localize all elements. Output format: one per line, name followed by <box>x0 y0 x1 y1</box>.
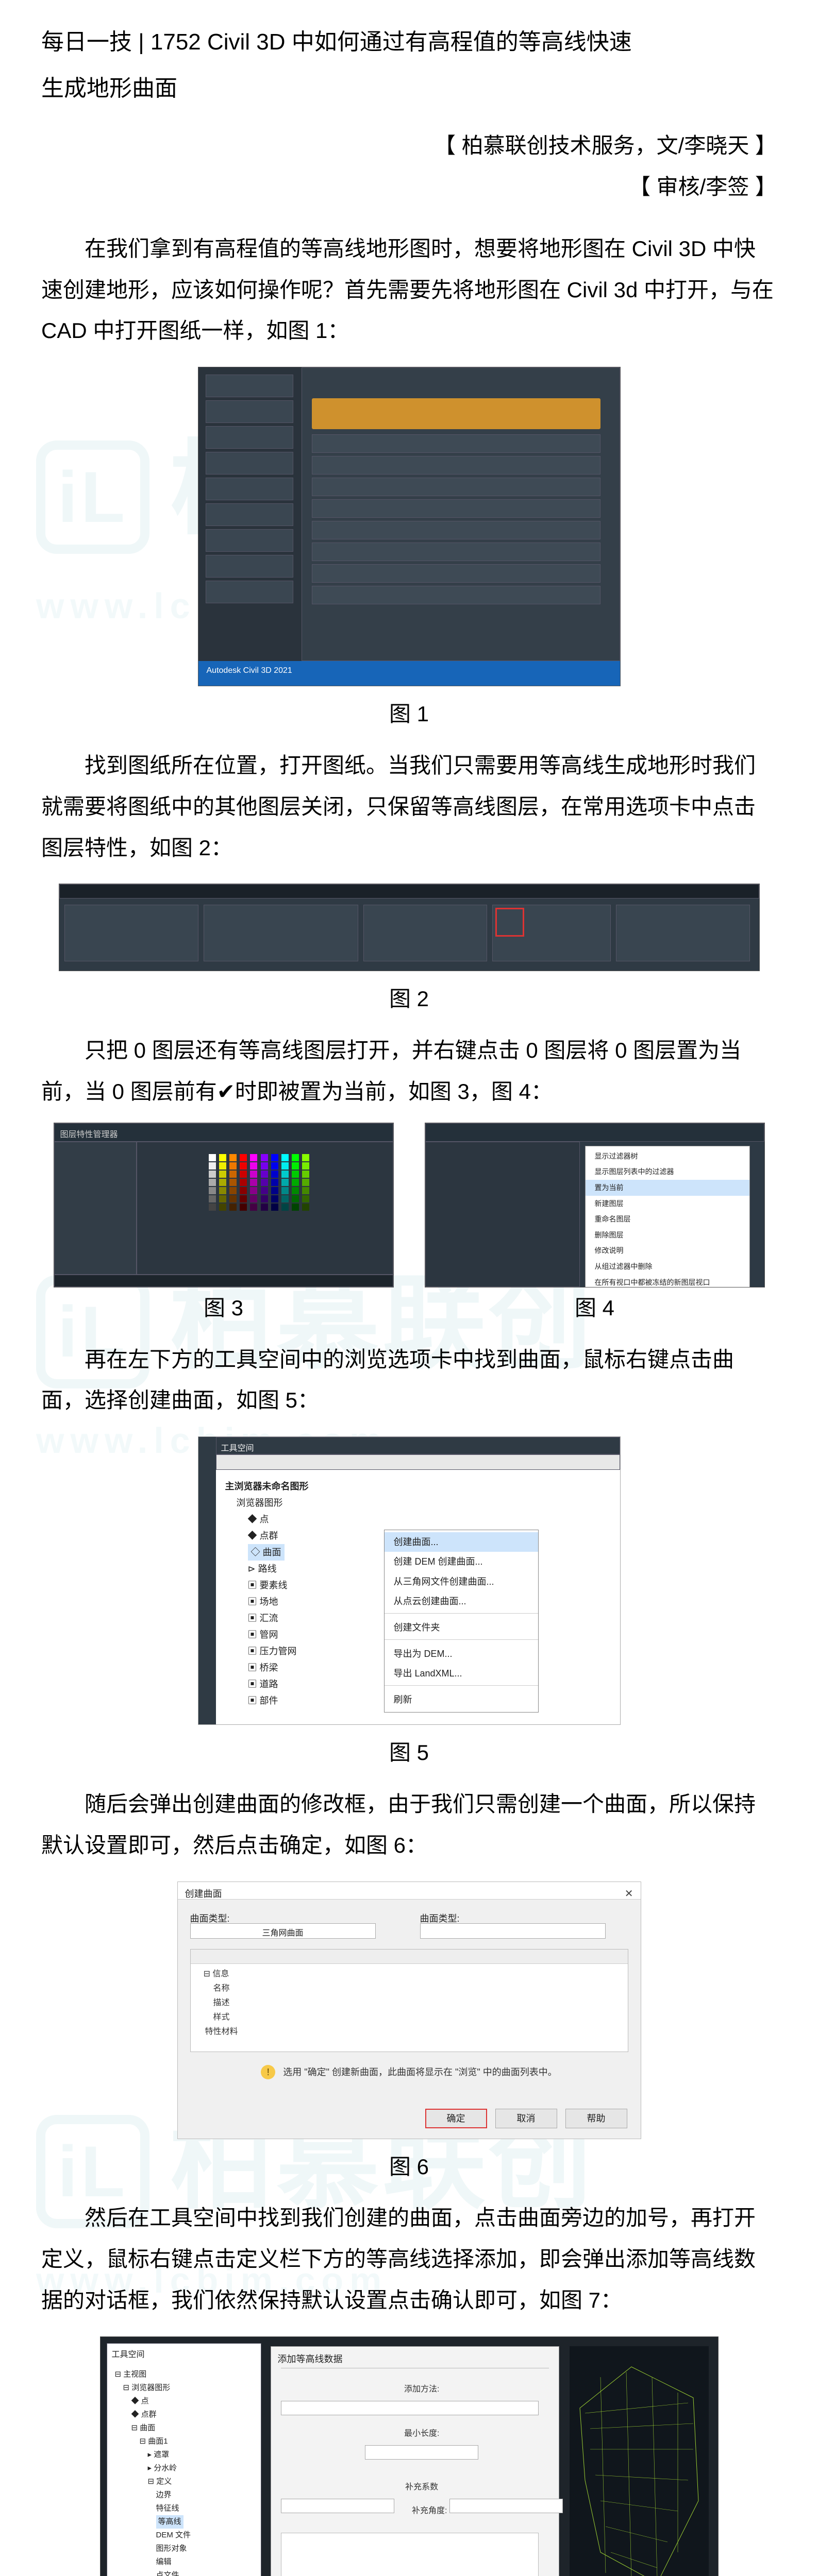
figure-6: 创建曲面 ✕ 曲面类型: 三角网曲面 曲面类型: ⊟ 信息 名称 描述 样式 特… <box>41 1882 777 2139</box>
figure-7: 工具空间 ⊟ 主视图 ⊟ 浏览器图形 ◆ 点 ◆ 点群 ⊟ 曲面 ⊟ 曲面1 ▸… <box>41 2336 777 2576</box>
article-title-line2: 生成地形曲面 <box>41 67 777 110</box>
caption-1: 图 1 <box>41 693 777 735</box>
figure-1: Autodesk Civil 3D 2021 <box>41 367 777 686</box>
paragraph-3: 只把 0 图层还有等高线图层打开，并右键点击 0 图层将 0 图层置为当前，当 … <box>41 1030 777 1112</box>
paragraph-5: 随后会弹出创建曲面的修改框，由于我们只需创建一个曲面，所以保持默认设置即可，然后… <box>41 1784 777 1866</box>
cancel-button[interactable]: 取消 <box>495 2109 557 2128</box>
help-button[interactable]: 帮助 <box>565 2109 627 2128</box>
figure-5: 工具空间 主浏览器未命名图形 浏览器图形 ◆ 点 ◆ 点群 ◇ 曲面 ⊳ 路线 … <box>41 1436 777 1725</box>
byline-author: 【 柏慕联创技术服务，文/李晓天 】 <box>41 125 777 166</box>
byline-reviewer: 【 审核/李签 】 <box>41 166 777 208</box>
figure-3-4-row: 图层特性管理器 显示过滤器树 显示图层列表中的过滤器 置为当前 <box>41 1123 777 1287</box>
caption-4: 图 4 <box>425 1287 765 1329</box>
article-title-line1: 每日一技 | 1752 Civil 3D 中如何通过有高程值的等高线快速 <box>41 21 777 64</box>
caption-5: 图 5 <box>41 1732 777 1773</box>
paragraph-4: 再在左下方的工具空间中的浏览选项卡中找到曲面，鼠标右键点击曲面，选择创建曲面，如… <box>41 1339 777 1421</box>
ok-button[interactable]: 确定 <box>425 2109 487 2128</box>
caption-3: 图 3 <box>54 1287 394 1329</box>
caption-6: 图 6 <box>41 2146 777 2188</box>
article-content: 每日一技 | 1752 Civil 3D 中如何通过有高程值的等高线快速 生成地… <box>41 21 777 2576</box>
paragraph-6: 然后在工具空间中找到我们创建的曲面，点击曲面旁边的加号，再打开定义，鼠标右键点击… <box>41 2197 777 2320</box>
paragraph-2: 找到图纸所在位置，打开图纸。当我们只需要用等高线生成地形时我们就需要将图纸中的其… <box>41 745 777 868</box>
paragraph-1: 在我们拿到有高程值的等高线地形图时，想要将地形图在 Civil 3D 中快速创建… <box>41 228 777 351</box>
figure-2 <box>41 884 777 971</box>
caption-2: 图 2 <box>41 978 777 1020</box>
